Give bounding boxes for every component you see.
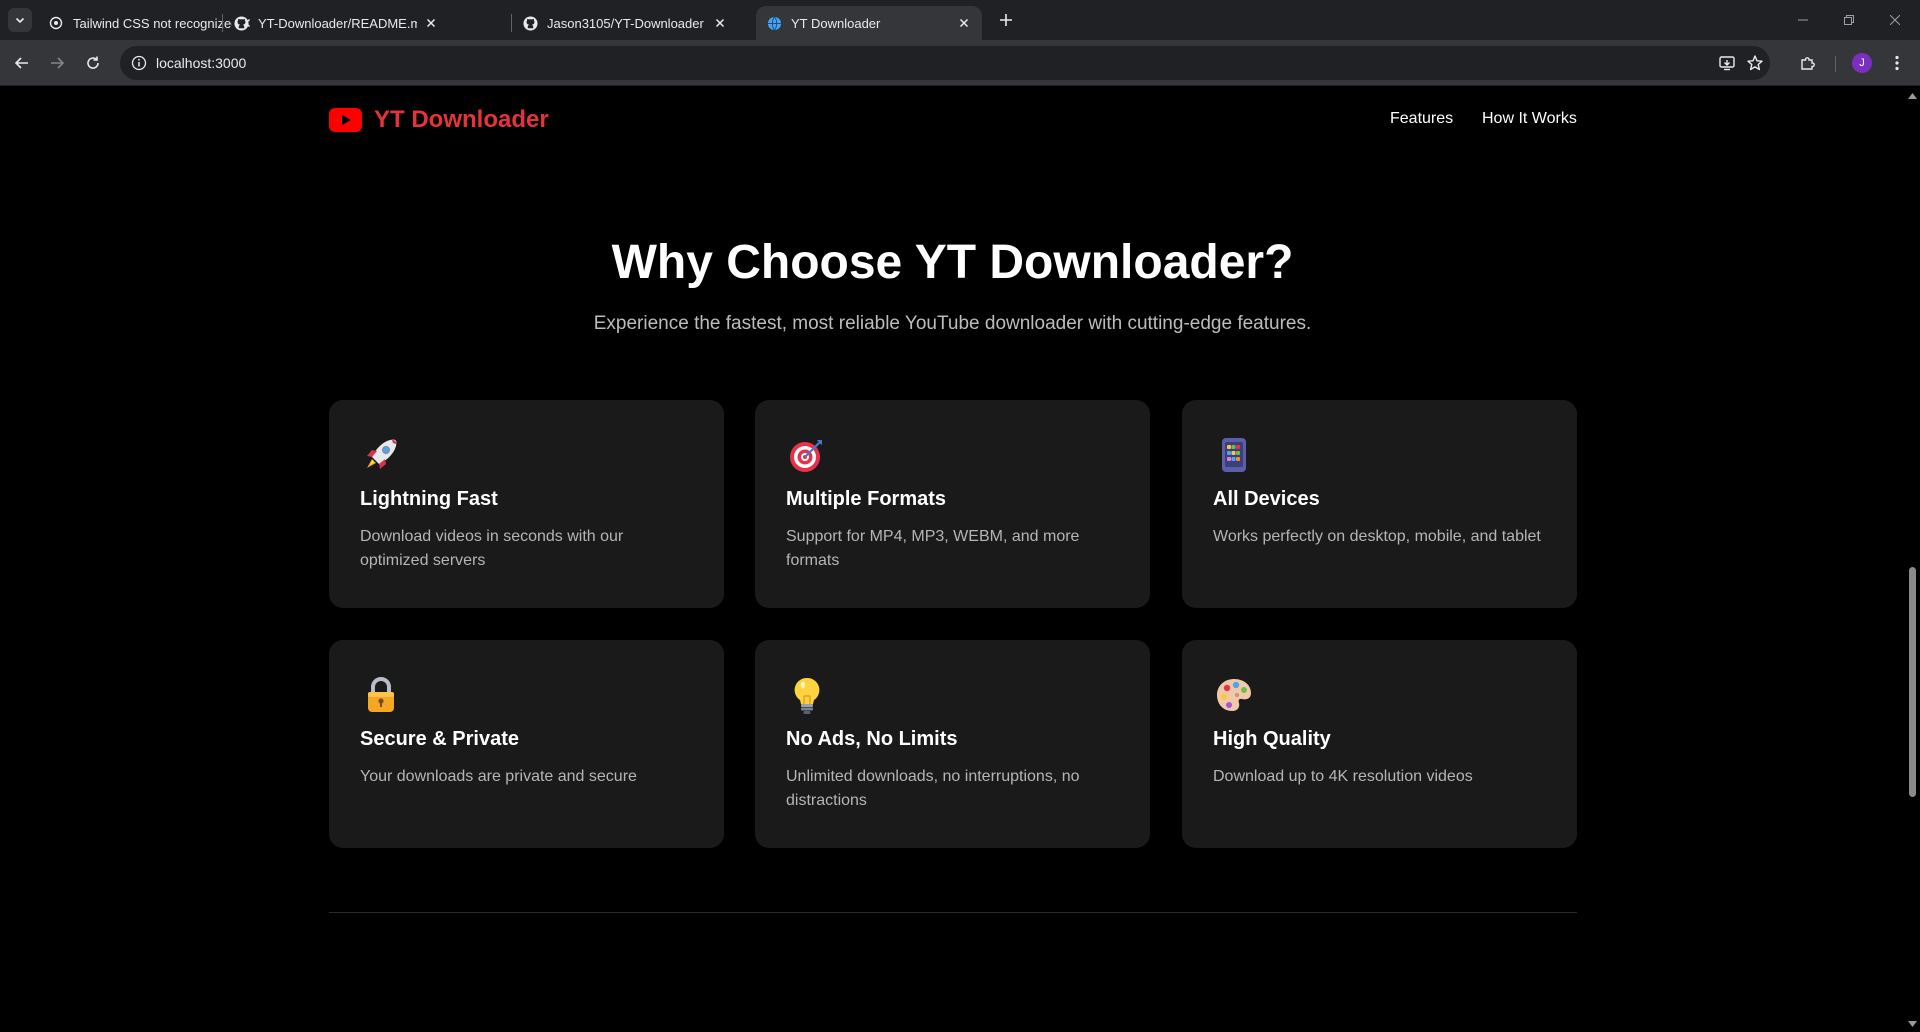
openai-icon (48, 15, 64, 31)
feature-description: Support for MP4, MP3, WEBM, and more for… (786, 528, 1080, 569)
profile-avatar[interactable]: J (1852, 53, 1872, 73)
close-window-button[interactable] (1872, 0, 1918, 40)
plus-icon (1000, 14, 1012, 26)
url-text[interactable]: localhost:3000 (156, 55, 246, 71)
nav-link-features[interactable]: Features (1390, 110, 1453, 128)
reload-icon (87, 56, 99, 69)
arrow-right-icon (51, 57, 65, 69)
close-tab-icon[interactable] (956, 15, 972, 31)
install-app-icon[interactable] (1716, 52, 1738, 74)
github-icon (233, 15, 249, 31)
more-vertical-icon (1895, 55, 1899, 71)
feature-card-no-ads: No Ads, No Limits Unlimited downloads, n… (755, 640, 1150, 848)
address-bar[interactable]: localhost:3000 (120, 46, 1770, 80)
section-subtitle: Experience the fastest, most reliable Yo… (593, 313, 1312, 334)
toolbar-divider (1835, 56, 1836, 72)
chevron-down-icon (15, 17, 25, 24)
feature-title: No Ads, No Limits (786, 728, 958, 750)
tab-repo[interactable]: Jason3105/YT-Downloader (512, 6, 738, 40)
feature-title: Lightning Fast (360, 488, 498, 510)
feature-card-multiple-formats: Multiple Formats Support for MP4, MP3, W… (755, 400, 1150, 608)
feature-card-lightning-fast: Lightning Fast Download videos in second… (329, 400, 724, 608)
browser-toolbar: localhost:3000 J (0, 40, 1920, 86)
page-scrollbar[interactable] (1905, 87, 1920, 1032)
site-info-icon[interactable] (130, 54, 148, 72)
github-icon (522, 15, 538, 31)
browser-menu-button[interactable] (1882, 48, 1912, 78)
restore-button[interactable] (1826, 0, 1872, 40)
browser-tab-strip: Tailwind CSS not recognized YT-Downloade… (0, 0, 1920, 40)
feature-card-all-devices: All Devices Works perfectly on desktop, … (1182, 400, 1577, 608)
forward-button[interactable] (42, 48, 72, 78)
youtube-logo-icon (329, 108, 362, 132)
tab-yt-downloader[interactable]: YT Downloader (756, 6, 982, 40)
feature-description: Unlimited downloads, no interruptions, n… (786, 768, 1080, 809)
feature-description: Your downloads are private and secure (360, 768, 637, 785)
feature-title: Multiple Formats (786, 488, 947, 510)
feature-description: Works perfectly on desktop, mobile, and … (1213, 528, 1541, 545)
puzzle-icon (1801, 57, 1815, 70)
scrollbar-thumb[interactable] (1909, 567, 1916, 797)
arrow-left-icon (14, 57, 28, 69)
page-viewport: YT Downloader Features How It Works Why … (0, 87, 1905, 1032)
feature-title: High Quality (1213, 728, 1331, 750)
lightbulb-icon (794, 677, 820, 714)
new-tab-button[interactable] (994, 8, 1018, 32)
minimize-button[interactable] (1780, 0, 1826, 40)
scroll-up-arrow-icon[interactable] (1908, 91, 1917, 100)
tab-title: Tailwind CSS not recognized (73, 15, 232, 31)
bookmark-star-icon[interactable] (1744, 52, 1766, 74)
tab-readme[interactable]: YT-Downloader/README.md at (223, 6, 449, 40)
tab-title: YT-Downloader/README.md at (258, 15, 417, 31)
mobile-device-icon (1222, 438, 1246, 472)
globe-icon (766, 15, 782, 31)
section-title: Why Choose YT Downloader? (611, 236, 1294, 289)
reload-button[interactable] (78, 48, 108, 78)
lock-icon (368, 677, 394, 712)
feature-description: Download videos in seconds with our opti… (360, 528, 624, 569)
feature-card-high-quality: High Quality Download up to 4K resolutio… (1182, 640, 1577, 848)
close-tab-icon[interactable] (712, 15, 728, 31)
brand-name: YT Downloader (374, 106, 549, 133)
section-divider (329, 912, 1577, 913)
rocket-icon (367, 439, 397, 469)
restore-icon (1844, 15, 1854, 25)
tab-search-button[interactable] (8, 8, 32, 32)
minimize-icon (1798, 19, 1808, 21)
scroll-down-arrow-icon[interactable] (1908, 1019, 1917, 1028)
close-tab-icon[interactable] (423, 15, 439, 31)
target-icon (790, 440, 822, 472)
back-button[interactable] (7, 48, 37, 78)
extensions-button[interactable] (1793, 48, 1823, 78)
feature-card-secure-private: Secure & Private Your downloads are priv… (329, 640, 724, 848)
tab-title: Jason3105/YT-Downloader (547, 15, 704, 31)
close-icon (1890, 15, 1900, 25)
feature-title: All Devices (1213, 488, 1320, 510)
palette-icon (1217, 679, 1251, 711)
feature-description: Download up to 4K resolution videos (1213, 768, 1473, 785)
tab-title: YT Downloader (791, 15, 881, 31)
nav-link-how-it-works[interactable]: How It Works (1482, 110, 1577, 128)
feature-title: Secure & Private (360, 728, 519, 750)
site-brand[interactable]: YT Downloader (329, 106, 549, 134)
